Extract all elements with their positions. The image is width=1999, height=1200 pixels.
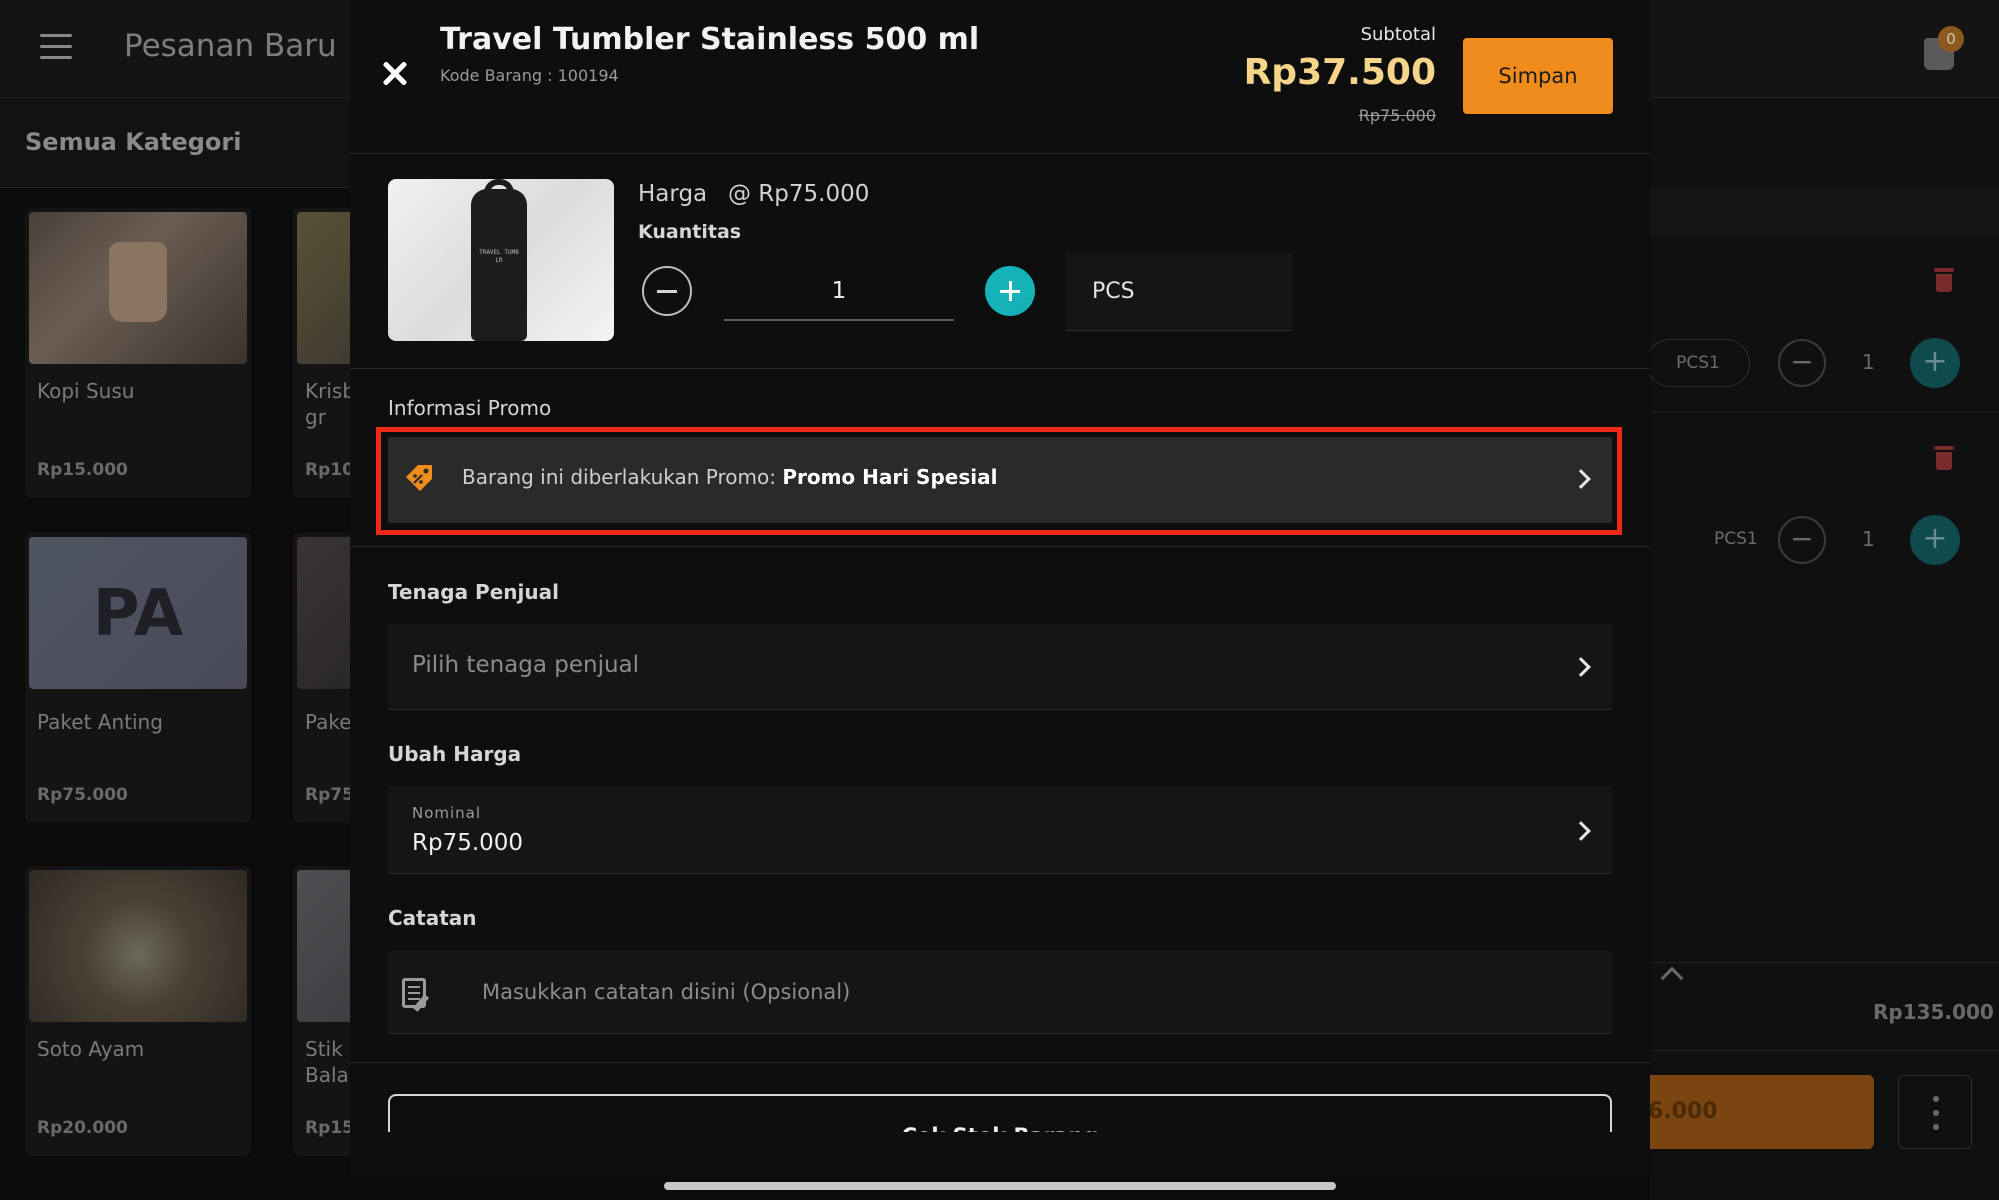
unit-selector[interactable]: PCS [1066,253,1292,331]
more-options-button[interactable] [1898,1075,1972,1149]
promo-section-label: Informasi Promo [388,396,552,420]
cart-row-qty: 1 [1862,350,1875,374]
product-image-initials: PA [92,577,184,651]
cart-total-divider [1650,962,1999,963]
kebab-dot [1933,1110,1939,1116]
bottle-label-text: TRAVEL TUMB LR [479,249,519,264]
subtotal-label: Subtotal [1360,24,1436,45]
chevron-right-icon [1571,469,1591,489]
trash-icon[interactable] [1934,446,1954,470]
chevron-right-icon [1571,821,1591,841]
modal-bottom-edge [350,1132,1650,1175]
decrease-quantity-button[interactable] [642,266,692,316]
cart-panel-header-strip [1650,188,1999,236]
product-image [29,212,247,364]
section-divider [350,1062,1650,1063]
product-summary: TRAVEL TUMB LR Harga @ Rp75.000 Kuantita… [350,155,1650,369]
promo-info-row[interactable]: Barang ini diberlakukan Promo: Promo Har… [388,437,1612,523]
cart-row-plus-button[interactable]: + [1910,338,1960,388]
promo-text: Barang ini diberlakukan Promo: Promo Har… [462,465,997,489]
pay-button[interactable]: 6.000 [1620,1075,1874,1149]
salesperson-placeholder: Pilih tenaga penjual [412,652,640,678]
kebab-dot [1933,1096,1939,1102]
price-change-section-label: Ubah Harga [388,742,522,766]
note-section-label: Catatan [388,906,477,930]
product-image [29,870,247,1022]
cart-total: Rp135.000 [1873,1000,1994,1024]
product-card[interactable]: Kopi Susu Rp15.000 [25,208,251,498]
salesperson-selector[interactable]: Pilih tenaga penjual [388,624,1612,710]
cart-count-badge: 0 [1938,26,1964,52]
product-card[interactable]: Soto Ayam Rp20.000 [25,866,251,1156]
product-card[interactable]: PA Paket Anting Rp75.000 [25,533,251,823]
price-change-value: Rp75.000 [412,830,524,856]
cart-row-minus-button[interactable]: − [1778,516,1826,564]
promo-text-prefix: Barang ini diberlakukan Promo: [462,465,783,489]
modal-header: Travel Tumbler Stainless 500 ml Kode Bar… [350,0,1650,154]
hamburger-menu-icon[interactable] [40,34,72,60]
product-price: Rp15.000 [37,460,128,480]
item-detail-modal: Travel Tumbler Stainless 500 ml Kode Bar… [350,0,1650,1175]
product-price: Rp75.000 [37,785,128,805]
price-label: Harga [638,181,708,207]
cart-row-qty: 1 [1862,527,1875,551]
price-value: @ Rp75.000 [728,181,870,207]
product-name: Paket Anting [37,710,163,734]
increase-quantity-button[interactable] [985,266,1035,316]
category-title[interactable]: Semua Kategori [25,128,241,156]
quantity-input[interactable] [724,263,954,321]
promo-name: Promo Hari Spesial [782,465,998,489]
subtotal-original-price: Rp75.000 [1358,106,1436,125]
cart-panel [1650,98,1999,1200]
cart-row-unit[interactable]: PCS1 [1646,339,1750,387]
home-indicator[interactable] [664,1182,1336,1190]
cart-row-minus-button[interactable]: − [1778,339,1826,387]
cart-row-unit[interactable]: PCS1 [1714,529,1758,549]
item-code: Kode Barang : 100194 [440,66,619,85]
subtotal-value: Rp37.500 [1243,52,1436,93]
section-divider [350,546,1650,547]
quantity-label: Kuantitas [638,221,742,243]
cart-row-plus-button[interactable]: + [1910,515,1960,565]
cart-row-divider [1650,412,1999,413]
chevron-right-icon [1571,657,1591,677]
discount-tag-icon [406,465,432,491]
item-title: Travel Tumbler Stainless 500 ml [440,22,980,57]
bottle-image [471,189,527,341]
price-change-field[interactable]: Nominal Rp75.000 [388,786,1612,874]
product-price: Rp20.000 [37,1118,128,1138]
product-name: Soto Ayam [37,1037,145,1061]
note-field[interactable] [388,950,1612,1034]
product-name: Pake [305,710,352,734]
save-button[interactable]: Simpan [1463,38,1613,114]
page-title: Pesanan Baru [124,28,337,64]
product-thumbnail: TRAVEL TUMB LR [388,179,614,341]
note-input[interactable] [482,950,1592,1034]
kebab-dot [1933,1124,1939,1130]
sales-section-label: Tenaga Penjual [388,580,559,604]
trash-icon[interactable] [1934,268,1954,292]
product-name: Kopi Susu [37,379,135,403]
price-change-caption: Nominal [412,804,482,822]
close-icon[interactable] [378,56,414,92]
product-image: PA [29,537,247,689]
cart-footer-divider [1650,1050,1999,1051]
